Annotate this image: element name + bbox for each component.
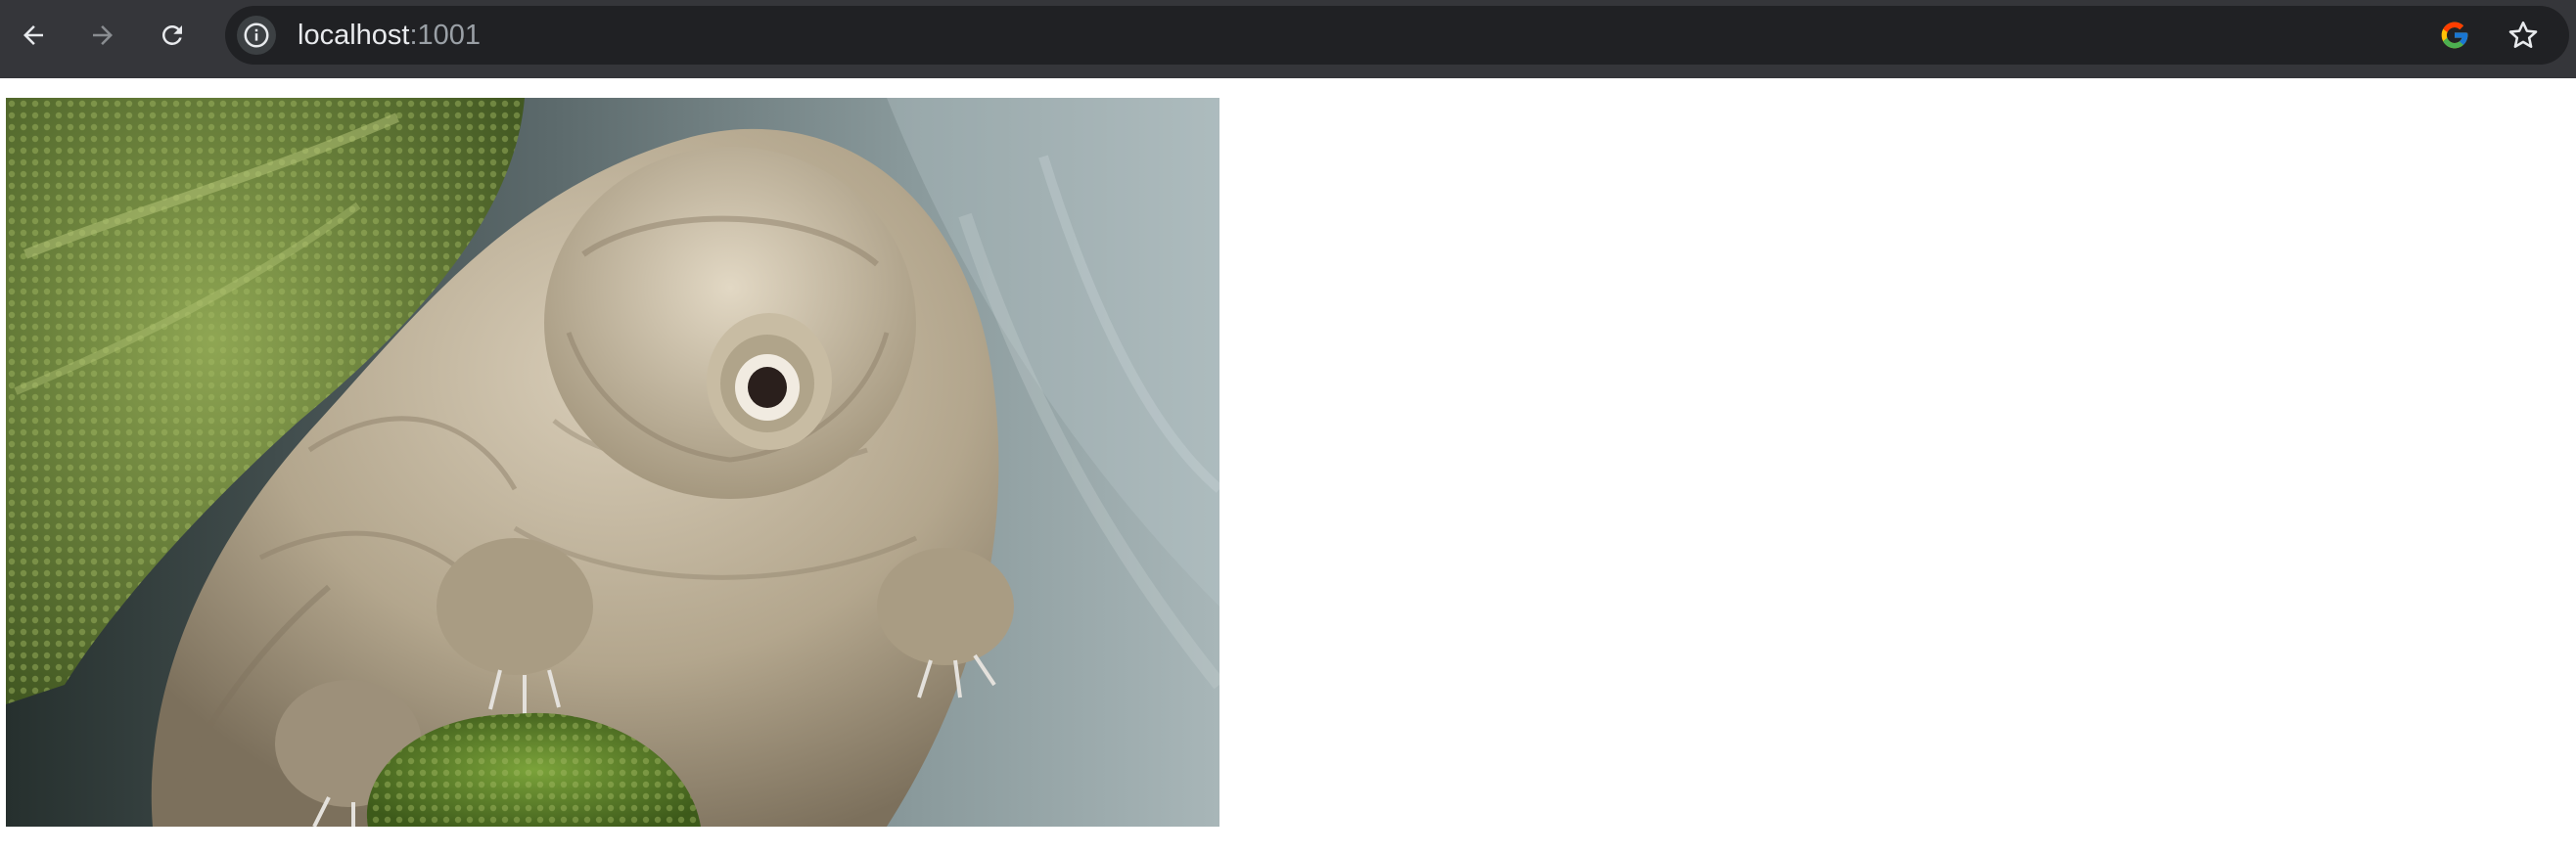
- back-button[interactable]: [12, 14, 55, 57]
- reload-button[interactable]: [151, 14, 194, 57]
- page-content: [0, 78, 2576, 855]
- url-host: localhost: [298, 20, 410, 51]
- address-bar[interactable]: localhost:1001: [225, 6, 2569, 65]
- forward-button[interactable]: [81, 14, 124, 57]
- browser-toolbar: localhost:1001: [0, 0, 2576, 70]
- url-port: :1001: [409, 20, 482, 51]
- tardigrade-illustration: [6, 98, 1219, 827]
- star-icon[interactable]: [2506, 18, 2541, 53]
- site-info-button[interactable]: [237, 16, 276, 55]
- tardigrade-image: [6, 98, 1219, 827]
- back-arrow-icon: [23, 25, 43, 45]
- browser-chrome: localhost:1001: [0, 0, 2576, 78]
- google-icon[interactable]: [2439, 20, 2470, 51]
- info-icon: [244, 22, 269, 48]
- reload-icon: [161, 24, 182, 45]
- url-text[interactable]: localhost:1001: [298, 6, 481, 65]
- forward-arrow-icon: [93, 25, 113, 45]
